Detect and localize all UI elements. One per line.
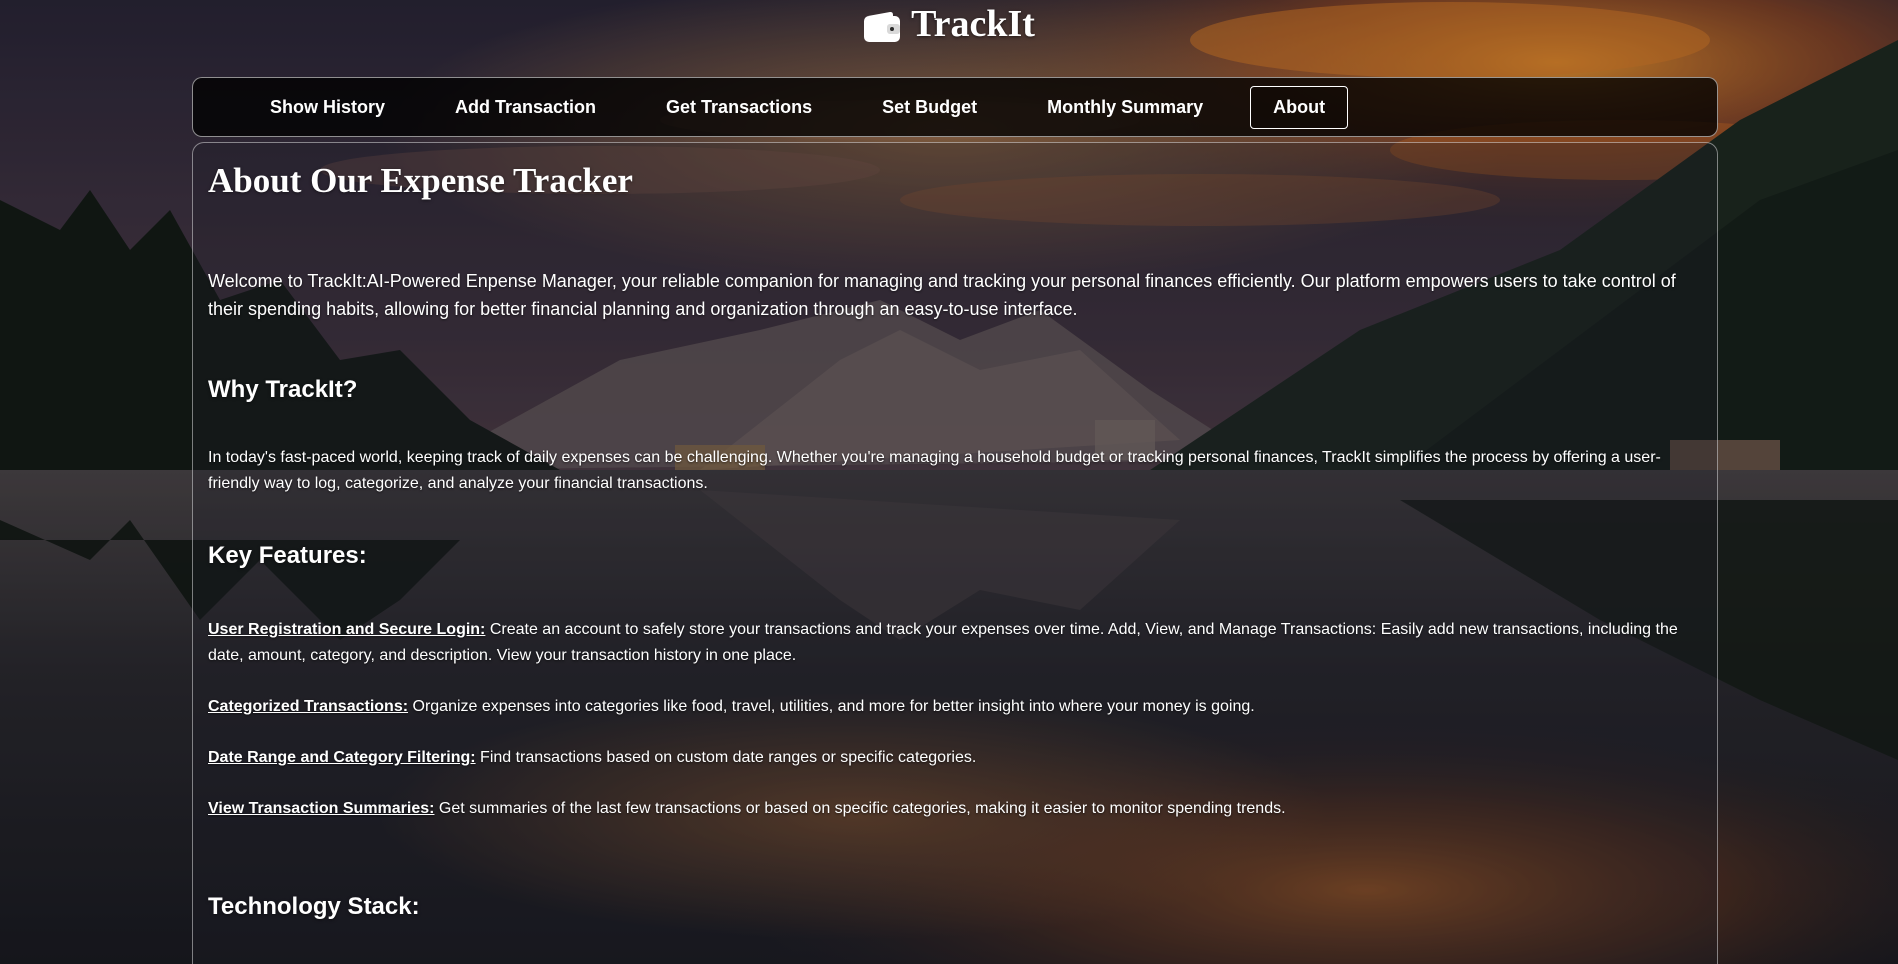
page-title: About Our Expense Tracker (208, 161, 633, 200)
feature-title: View Transaction Summaries: (208, 800, 435, 817)
nav-get-transactions[interactable]: Get Transactions (643, 86, 835, 129)
feature-item: Date Range and Category Filtering: Find … (208, 745, 1703, 771)
feature-item: View Transaction Summaries: Get summarie… (208, 796, 1703, 822)
why-heading: Why TrackIt? (208, 376, 358, 403)
about-panel: About Our Expense Tracker Welcome to Tra… (192, 142, 1718, 964)
feature-description: Organize expenses into categories like f… (408, 698, 1255, 715)
technology-stack-heading: Technology Stack: (208, 893, 420, 920)
feature-description: Get summaries of the last few transactio… (434, 800, 1286, 817)
app-title: TrackIt (911, 3, 1035, 45)
feature-item: User Registration and Secure Login: Crea… (208, 617, 1703, 669)
wallet-icon (863, 9, 901, 42)
feature-title: Date Range and Category Filtering: (208, 749, 476, 766)
main-navigation: Show History Add Transaction Get Transac… (192, 77, 1718, 137)
nav-add-transaction[interactable]: Add Transaction (432, 86, 619, 129)
nav-about[interactable]: About (1250, 85, 1349, 129)
nav-monthly-summary[interactable]: Monthly Summary (1024, 86, 1226, 129)
feature-title: Categorized Transactions: (208, 698, 409, 715)
nav-show-history[interactable]: Show History (247, 86, 408, 129)
features-list: User Registration and Secure Login: Crea… (208, 617, 1703, 822)
feature-description: Find transactions based on custom date r… (475, 749, 977, 766)
intro-paragraph: Welcome to TrackIt:AI-Powered Enpense Ma… (208, 271, 1676, 319)
app-logo: TrackIt (0, 2, 1898, 52)
why-paragraph: In today's fast-paced world, keeping tra… (208, 449, 1661, 492)
nav-set-budget[interactable]: Set Budget (859, 86, 1000, 129)
feature-title: User Registration and Secure Login: (208, 621, 486, 638)
feature-item: Categorized Transactions: Organize expen… (208, 694, 1703, 720)
features-heading: Key Features: (208, 542, 367, 569)
